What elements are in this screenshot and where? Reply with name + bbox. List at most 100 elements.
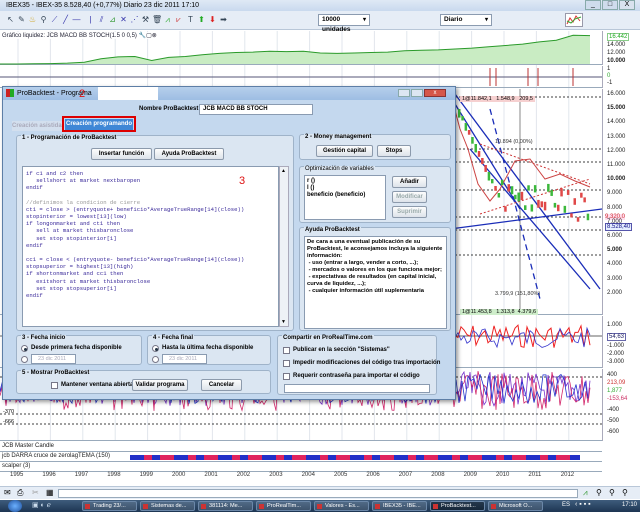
tools-icon[interactable]: ⚒ <box>141 15 150 25</box>
text-icon[interactable]: T <box>186 15 195 25</box>
candle <box>543 201 547 211</box>
email-icon[interactable]: ✉ <box>4 488 11 497</box>
language-indicator[interactable]: ES <box>562 502 570 508</box>
year-label: 1995 <box>10 472 24 478</box>
tab-programming[interactable]: Creación programando <box>65 119 133 130</box>
pattern-icon[interactable]: ⩘ <box>163 15 172 25</box>
quicklaunch-icon[interactable]: ▣ ◐ ℯ <box>32 501 51 509</box>
indicator-row[interactable]: scalper (3) <box>0 463 602 472</box>
trendline-icon[interactable]: ╱ <box>61 15 70 25</box>
cross-icon[interactable]: ✕ <box>119 15 128 25</box>
maximize-button[interactable]: □ <box>602 0 618 10</box>
pencil-icon[interactable]: ✎ <box>17 15 26 25</box>
insert-function-button[interactable]: Insertar función <box>91 148 152 160</box>
variable-item[interactable]: r () <box>307 178 383 185</box>
close-button[interactable]: X <box>619 0 635 10</box>
tray-icons[interactable]: ‹ ▪ ▪ ▪ <box>575 501 591 508</box>
help-probacktest-button[interactable]: Ayuda ProBacktest <box>154 148 224 160</box>
custom-start-radio[interactable] <box>21 356 28 363</box>
code-scrollbar[interactable]: ▲ ▼ <box>279 166 289 327</box>
chart-type-icon[interactable]: ⩘ <box>583 488 588 498</box>
custom-end-radio[interactable] <box>152 356 159 363</box>
fibonacci-icon[interactable]: ⊿ <box>108 15 117 25</box>
taskbar-item[interactable]: Trading 23/... <box>82 501 137 511</box>
price-annotation: 1.548,9 <box>496 96 515 102</box>
last-date-radio[interactable] <box>152 345 159 352</box>
pattern2-icon[interactable]: ⩗ <box>174 15 183 25</box>
year-label: 1998 <box>107 472 121 478</box>
equity-pane[interactable]: Gráfico liquidez: JCB MACD BB STOCH(1.5 … <box>0 31 602 65</box>
line-icon[interactable]: ⟋ <box>50 15 59 25</box>
fan-icon[interactable]: ⋰ <box>130 15 139 25</box>
code-editor[interactable]: if c1 and c2 then sellshort at market ne… <box>22 166 279 327</box>
price-axis: 8.528,40 9.320,0 16.000 15.000 14.000 13.00… <box>602 89 640 315</box>
stops-button[interactable]: Stops <box>377 145 411 157</box>
indicator-row[interactable]: jcb DARRA cruce de zerolagTEMA (150) <box>0 453 602 462</box>
password-input[interactable] <box>284 384 430 393</box>
delete-icon[interactable]: ✂ <box>32 488 39 497</box>
close-pane-icon[interactable]: ⊗ <box>152 33 157 39</box>
prevent-modifications-checkbox[interactable] <box>283 360 290 367</box>
tab-assisted[interactable]: Creación asistida <box>12 121 64 131</box>
require-password-checkbox[interactable] <box>283 373 290 380</box>
name-input[interactable]: JCB MACD BB STOCH <box>199 104 313 115</box>
vertical-line-icon[interactable]: | <box>86 15 95 25</box>
calculator-icon[interactable]: ▦ <box>46 488 54 497</box>
wrench-icon[interactable]: 🔧 <box>139 33 146 39</box>
buy-arrow-icon[interactable]: ⬆ <box>197 15 206 25</box>
delete-variable-button[interactable]: Suprimir <box>392 206 427 218</box>
cursor-icon[interactable]: ↖ <box>6 15 15 25</box>
units-select[interactable]: 10000 unidades ▾ <box>318 14 370 33</box>
publish-checkbox[interactable] <box>283 347 290 354</box>
taskbar-item[interactable]: 381114: Me... <box>198 501 253 511</box>
indicators-icon[interactable] <box>565 13 583 27</box>
code-line: if shortonmarket and cc1 then <box>26 270 124 278</box>
alarm-icon[interactable]: ♨ <box>28 15 37 25</box>
channel-icon[interactable]: ⫽ <box>97 15 106 25</box>
zoom-fit-icon[interactable]: ⚲ <box>596 488 602 497</box>
scroll-down-icon[interactable]: ▼ <box>281 319 286 325</box>
taskbar-item[interactable]: Microsoft O... <box>488 501 543 511</box>
validate-program-button[interactable]: Validar programa <box>132 379 188 391</box>
candle <box>576 217 580 222</box>
price-axis-label: 9.000 <box>607 190 623 197</box>
variable-item[interactable]: beneficio (beneficio) <box>307 192 383 199</box>
trash-icon[interactable]: 🗑 <box>152 15 162 25</box>
taskbar-item[interactable]: ProRealTim... <box>256 501 311 511</box>
capital-management-button[interactable]: Gestión capital <box>316 145 373 157</box>
variables-list[interactable]: r () l () beneficio (beneficio) <box>304 175 386 220</box>
period-select[interactable]: Diario ▾ <box>440 14 492 26</box>
print-icon[interactable]: ⎙ <box>17 488 23 498</box>
horizontal-scrollbar[interactable] <box>58 489 578 498</box>
start-button[interactable] <box>8 500 22 512</box>
taskbar-item[interactable]: Valores - Es... <box>314 501 369 511</box>
indicator-row[interactable]: JCB Master Candle <box>0 443 602 452</box>
taskbar-item[interactable]: ProBacktest... <box>430 501 485 511</box>
zoom-in-icon[interactable]: ⚲ <box>622 488 628 497</box>
zoom-icon[interactable]: ⚲ <box>39 15 48 25</box>
cancel-button[interactable]: Cancelar <box>201 379 242 391</box>
end-date-input[interactable]: 23 dic 2011 <box>162 354 207 364</box>
signal-pane[interactable] <box>0 66 602 88</box>
zoom-out-icon[interactable]: ⚲ <box>609 488 615 497</box>
variable-item[interactable]: l () <box>307 185 383 192</box>
minimize-button[interactable]: _ <box>585 0 601 10</box>
start-date-section: 3 - Fecha inicio Desde primera fecha dis… <box>16 335 142 365</box>
add-variable-button[interactable]: Añadir <box>392 176 427 188</box>
dialog-minimize-button[interactable] <box>398 89 410 97</box>
keep-open-checkbox[interactable] <box>51 382 58 389</box>
first-date-radio[interactable] <box>21 345 28 352</box>
sell-arrow-icon[interactable]: ⬇ <box>208 15 217 25</box>
year-label: 2005 <box>334 472 348 478</box>
dialog-close-button[interactable]: x <box>424 89 446 97</box>
horizontal-line-icon[interactable]: — <box>72 15 81 25</box>
annotation-2: 2 <box>79 88 86 100</box>
start-date-input[interactable]: 23 dic 2011 <box>31 354 76 364</box>
exit-arrow-icon[interactable]: ➡ <box>219 15 228 25</box>
taskbar-item[interactable]: IBEX35 - IBE... <box>372 501 427 511</box>
taskbar-item[interactable]: Sistemas de... <box>140 501 195 511</box>
dialog-maximize-button[interactable] <box>411 89 423 97</box>
modify-variable-button[interactable]: Modificar <box>392 191 427 203</box>
scroll-up-icon[interactable]: ▲ <box>281 168 286 174</box>
